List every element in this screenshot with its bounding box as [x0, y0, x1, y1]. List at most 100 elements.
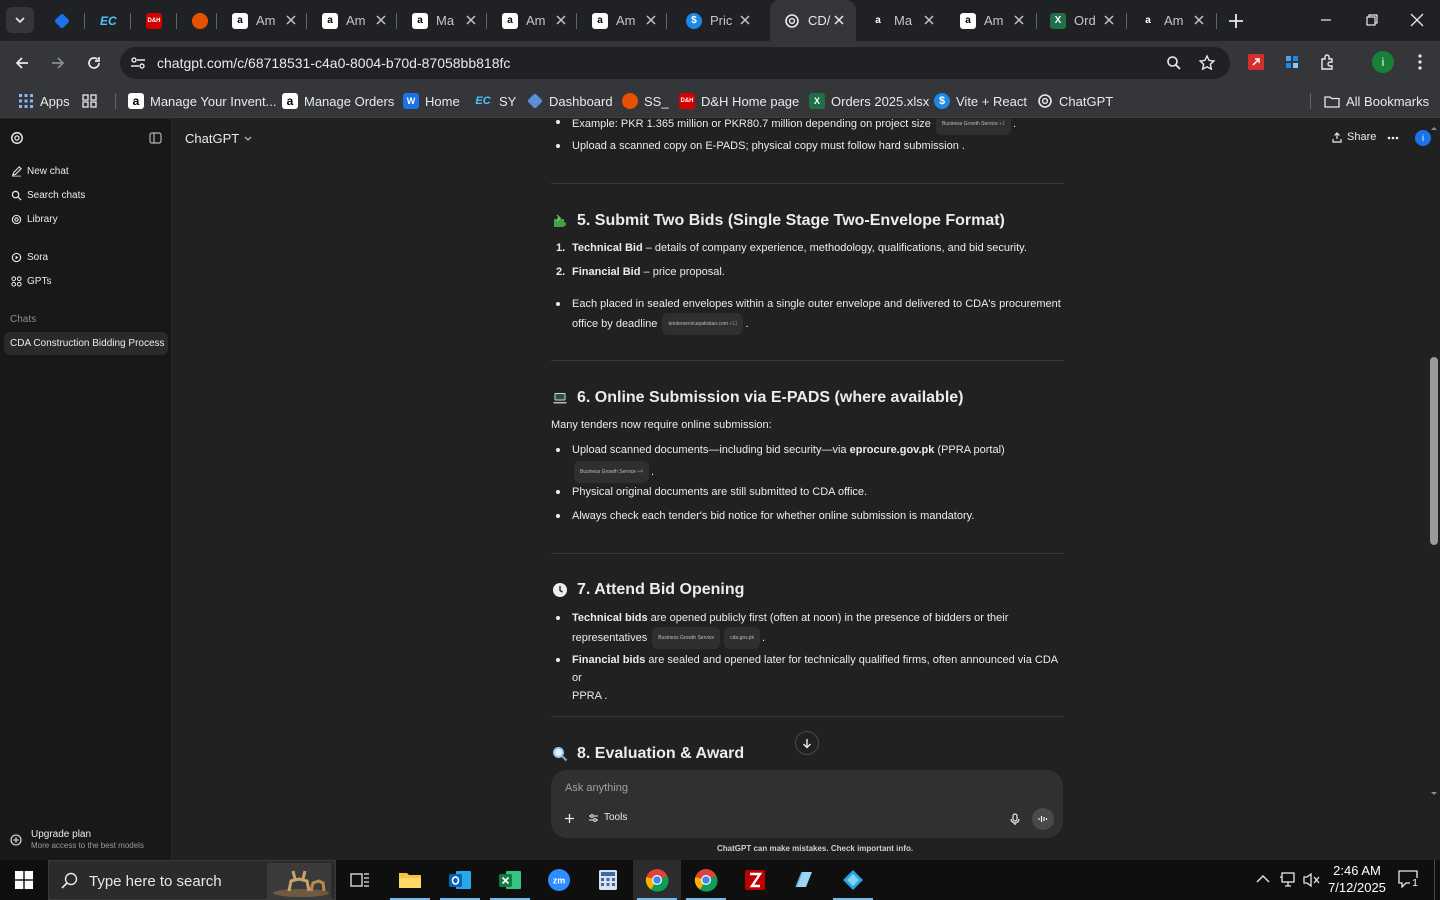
share-button[interactable]: Share: [1332, 131, 1376, 143]
library-button[interactable]: Library: [11, 214, 58, 225]
close-icon[interactable]: [832, 13, 846, 27]
bookmark-home[interactable]: W Home: [403, 92, 460, 110]
browser-tab[interactable]: a Am: [946, 0, 1036, 41]
close-icon[interactable]: [284, 13, 298, 27]
browser-tab[interactable]: a Am: [578, 0, 668, 41]
taskbar-notes[interactable]: [780, 860, 828, 900]
tools-button[interactable]: Tools: [588, 812, 627, 823]
taskbar-zoom[interactable]: zm: [535, 860, 583, 900]
bookmark-orders-xlsx[interactable]: X Orders 2025.xlsx: [809, 92, 929, 110]
taskbar-diamond-app[interactable]: [829, 860, 877, 900]
new-chat-button[interactable]: New chat: [11, 166, 69, 177]
close-icon[interactable]: [464, 13, 478, 27]
openai-logo-icon[interactable]: [10, 131, 24, 145]
clock[interactable]: 2:46 AM 7/12/2025: [1326, 863, 1388, 895]
network-icon[interactable]: [1279, 872, 1297, 888]
back-button[interactable]: [10, 51, 34, 75]
model-selector[interactable]: ChatGPT: [185, 131, 252, 146]
bookmark-ss[interactable]: SS_: [622, 92, 669, 110]
citation-pill[interactable]: tenderservicepakistan.com +11: [662, 313, 744, 335]
bookmark-apps[interactable]: Apps: [18, 92, 70, 110]
restore-button[interactable]: [1349, 0, 1395, 40]
close-icon[interactable]: [1192, 13, 1206, 27]
bookmark-manage-orders[interactable]: a Manage Orders: [282, 92, 394, 110]
taskbar-file-explorer[interactable]: [386, 860, 434, 900]
scrollbar[interactable]: [1428, 119, 1440, 860]
tab-groups-button[interactable]: [82, 92, 104, 110]
url-text[interactable]: chatgpt.com/c/68718531-c4a0-8004-b70d-87…: [157, 55, 510, 71]
citation-pill[interactable]: cda.gov.pk: [724, 627, 760, 649]
browser-tab[interactable]: a Am: [1126, 0, 1216, 41]
close-window-button[interactable]: [1394, 0, 1440, 40]
microphone-icon[interactable]: [1010, 813, 1020, 826]
zoom-icon[interactable]: [1166, 55, 1182, 71]
bookmark-dashboard[interactable]: Dashboard: [527, 92, 613, 110]
close-icon[interactable]: [554, 13, 568, 27]
browser-tab[interactable]: [40, 0, 90, 41]
notification-center-button[interactable]: 1: [1398, 870, 1420, 890]
taskbar-filezilla[interactable]: [731, 860, 779, 900]
browser-tab[interactable]: EC: [86, 0, 132, 41]
citation-pill[interactable]: Business Growth Service +4: [574, 461, 649, 483]
citation-pill[interactable]: Business Growth Service +1: [935, 119, 1011, 135]
more-options-icon[interactable]: [1387, 136, 1399, 140]
scroll-down-icon[interactable]: [1430, 791, 1438, 797]
taskbar-excel[interactable]: [486, 860, 534, 900]
forward-button[interactable]: [46, 51, 70, 75]
browser-tab[interactable]: a Ma: [398, 0, 488, 41]
gpts-button[interactable]: GPTs: [11, 276, 51, 287]
taskbar-calculator[interactable]: [584, 860, 632, 900]
sidebar-toggle-icon[interactable]: [149, 132, 162, 144]
bookmark-star-icon[interactable]: [1198, 54, 1216, 72]
taskbar-chrome-active[interactable]: [633, 860, 681, 900]
browser-tab[interactable]: X Ord: [1036, 0, 1126, 41]
search-chats-button[interactable]: Search chats: [11, 190, 85, 201]
scrollbar-thumb[interactable]: [1430, 357, 1438, 545]
browser-menu-button[interactable]: [1410, 52, 1430, 72]
citation-pill[interactable]: Business Growth Service: [652, 627, 721, 649]
volume-muted-icon[interactable]: [1302, 872, 1320, 888]
chat-item-active[interactable]: CDA Construction Bidding Process: [4, 332, 168, 355]
taskbar-outlook[interactable]: [436, 860, 484, 900]
bookmark-vite-react[interactable]: $ Vite + React: [934, 92, 1027, 110]
chevron-up-icon[interactable]: [1256, 874, 1270, 884]
browser-tab[interactable]: a Am: [308, 0, 398, 41]
bookmark-sy[interactable]: EC SY: [473, 92, 516, 110]
message-input[interactable]: Ask anything: [565, 782, 628, 794]
browser-tab[interactable]: a Ma: [856, 0, 946, 41]
browser-tab[interactable]: [178, 0, 220, 41]
address-bar[interactable]: chatgpt.com/c/68718531-c4a0-8004-b70d-87…: [120, 47, 1230, 79]
browser-tab[interactable]: $ Pric: [672, 0, 762, 41]
close-icon[interactable]: [374, 13, 388, 27]
new-tab-plus-icon[interactable]: [1226, 11, 1246, 31]
browser-tab[interactable]: D&H: [132, 0, 178, 41]
site-info-icon[interactable]: [130, 56, 146, 70]
extension-red-arrow-icon[interactable]: [1246, 52, 1266, 72]
close-icon[interactable]: [1102, 13, 1116, 27]
taskbar-search-box[interactable]: Type here to search: [48, 860, 336, 900]
bookmark-manage-inventory[interactable]: a Manage Your Invent...: [128, 92, 276, 110]
extension-puzzle-blue-icon[interactable]: [1282, 52, 1302, 72]
close-icon[interactable]: [1012, 13, 1026, 27]
close-icon[interactable]: [738, 13, 752, 27]
start-button[interactable]: [0, 860, 48, 900]
browser-tab-active[interactable]: CD/: [770, 0, 856, 41]
task-view-button[interactable]: [336, 860, 384, 900]
profile-avatar[interactable]: i: [1372, 51, 1394, 73]
browser-tab[interactable]: a Am: [218, 0, 308, 41]
bookmark-dh-home[interactable]: D&H D&H Home page: [679, 92, 799, 110]
taskbar-chrome[interactable]: [682, 860, 730, 900]
browser-tab[interactable]: a Am: [488, 0, 578, 41]
scroll-up-icon[interactable]: [1430, 125, 1438, 131]
tab-search-button[interactable]: [6, 7, 34, 33]
show-desktop-button[interactable]: [1434, 860, 1440, 900]
plus-icon[interactable]: [564, 813, 575, 824]
all-bookmarks-button[interactable]: All Bookmarks: [1324, 92, 1429, 110]
close-icon[interactable]: [644, 13, 658, 27]
bookmark-chatgpt[interactable]: ChatGPT: [1037, 92, 1113, 110]
scroll-to-bottom-button[interactable]: [795, 731, 819, 755]
reload-button[interactable]: [82, 51, 106, 75]
sora-button[interactable]: Sora: [11, 252, 48, 263]
close-icon[interactable]: [922, 13, 936, 27]
voice-mode-button[interactable]: [1032, 808, 1054, 830]
